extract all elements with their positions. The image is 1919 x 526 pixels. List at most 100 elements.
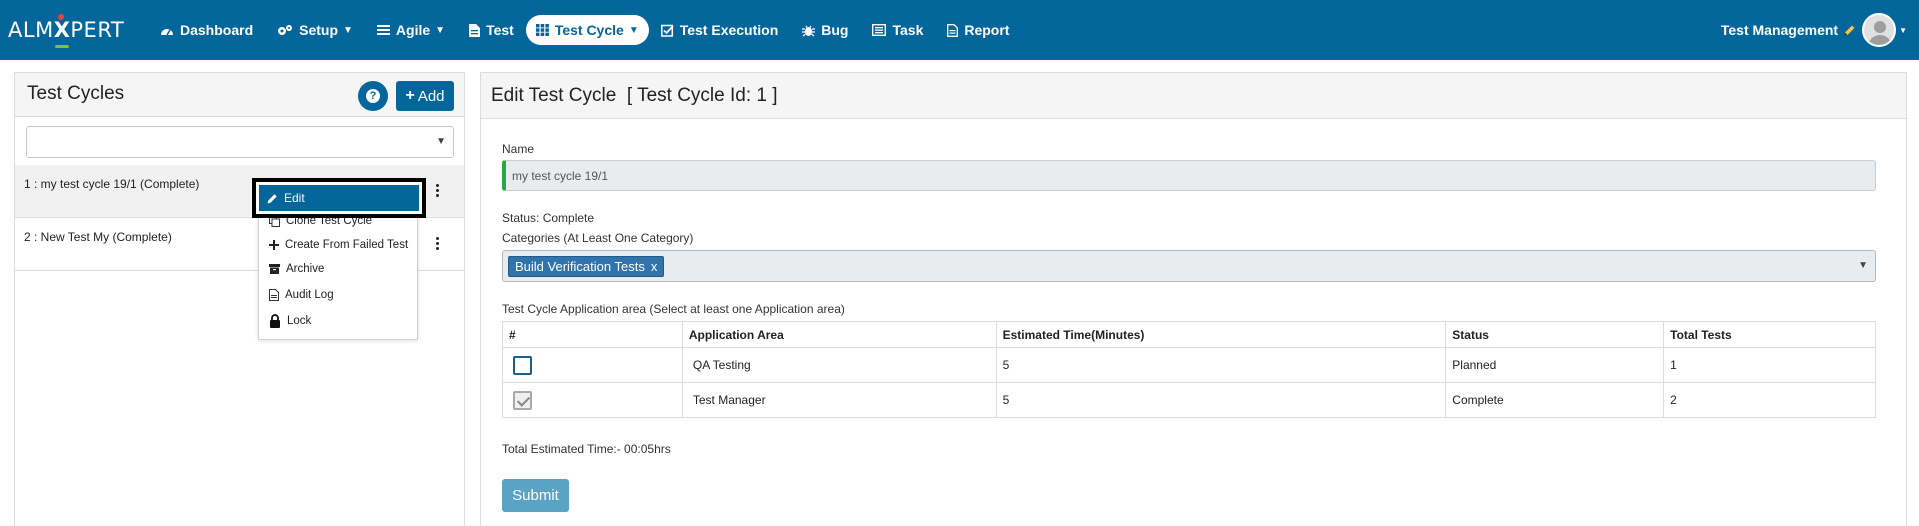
nav-agile[interactable]: Agile ▼ (365, 15, 457, 45)
time-cell: 5 (995, 347, 1447, 383)
grid-icon (535, 24, 549, 36)
caret-down-icon: ▼ (436, 136, 446, 147)
report-icon (947, 23, 959, 37)
edit-panel-header: Edit Test Cycle [ Test Cycle Id: 1 ] (481, 73, 1906, 119)
nav-dashboard-label: Dashboard (180, 22, 254, 38)
menu-item-audit-log[interactable]: Audit Log (259, 285, 417, 305)
page-title: Edit Test Cycle [ Test Cycle Id: 1 ] (491, 85, 778, 106)
list-icon (376, 25, 390, 35)
nav-test-execution-label: Test Execution (679, 22, 779, 38)
nav-report[interactable]: Report (935, 15, 1021, 45)
tasks-icon (872, 24, 887, 36)
total-cell: 1 (1663, 347, 1876, 383)
row-checkbox-cell (502, 382, 683, 418)
total-estimated-time: Total Estimated Time:- 00:05hrs (502, 442, 671, 456)
add-test-cycle-button[interactable]: + Add (396, 81, 454, 111)
row-checkbox-cell (502, 347, 683, 383)
area-checkbox[interactable] (513, 355, 532, 375)
gears-icon (278, 24, 293, 35)
cycle-item-label: 2 : New Test My (Complete) (24, 230, 172, 244)
category-chip: Build Verification Tests x (508, 256, 665, 277)
check-square-icon (660, 24, 674, 37)
menu-item-edit-highlight: Edit (259, 185, 419, 211)
application-areas-label: Test Cycle Application area (Select at l… (502, 302, 845, 316)
submit-button[interactable]: Submit (502, 479, 569, 512)
menu-item-lock[interactable]: Lock (259, 311, 417, 331)
chevron-down-icon: ▼ (628, 24, 639, 36)
nav-report-label: Report (964, 22, 1010, 38)
time-cell: 5 (995, 382, 1447, 418)
nav-bug[interactable]: Bug (790, 15, 860, 45)
nav-bug-label: Bug (821, 22, 849, 38)
chevron-down-icon: ▼ (343, 24, 353, 36)
document-icon (469, 23, 481, 37)
top-navbar: ALM X PERT Dashboard Setup ▼ Agile ▼ Test … (0, 0, 1919, 60)
column-header: Total Tests (1663, 321, 1876, 348)
nav-test[interactable]: Test (457, 15, 526, 45)
column-header: Application Area (681, 321, 997, 348)
nav-task[interactable]: Task (860, 15, 935, 45)
category-chip-label: Build Verification Tests (515, 259, 645, 274)
area-checkbox-disabled (513, 390, 532, 410)
logo-text-left: ALM (8, 18, 54, 42)
chevron-down-icon: ▼ (1899, 25, 1907, 35)
menu-item-edit[interactable]: Edit (252, 178, 426, 218)
user-label: Test Management (1720, 22, 1839, 38)
pencil-icon (1844, 25, 1855, 36)
nav-agile-label: Agile (395, 22, 431, 38)
nav-task-label: Task (892, 22, 924, 38)
help-icon: ? (366, 89, 380, 103)
area-cell: QA Testing (681, 347, 997, 383)
user-menu[interactable]: Test Management ▼ (1721, 12, 1907, 48)
name-label: Name (502, 142, 535, 156)
kebab-menu-icon[interactable] (434, 183, 440, 198)
caret-down-icon: ▼ (1858, 260, 1868, 271)
menu-item-edit-label: Edit (284, 191, 305, 205)
menu-item-label: Create From Failed Test (285, 239, 409, 251)
chevron-down-icon: ▼ (435, 24, 446, 36)
nav-test-cycle[interactable]: Test Cycle ▼ (525, 15, 649, 45)
menu-item-label: Archive (286, 263, 325, 275)
menu-item-label: Audit Log (285, 289, 334, 301)
add-button-label: Add (417, 87, 445, 105)
nav-test-label: Test (486, 22, 514, 38)
nav-test-cycle-label: Test Cycle (554, 22, 624, 38)
cycle-item-label: 1 : my test cycle 19/1 (Complete) (24, 177, 200, 191)
nav-test-execution[interactable]: Test Execution (649, 15, 791, 45)
status-cell: Complete (1445, 382, 1665, 418)
nav-dashboard[interactable]: Dashboard (148, 15, 265, 45)
nav-setup[interactable]: Setup ▼ (265, 15, 365, 45)
table-row: QA Testing 5 Planned 1 (502, 347, 1876, 383)
menu-item-create-from-failed[interactable]: Create From Failed Test (259, 235, 417, 255)
test-cycle-filter-select[interactable]: ▼ (26, 126, 454, 158)
name-field-value: my test cycle 19/1 (512, 168, 609, 183)
plus-icon (269, 240, 279, 250)
pencil-icon (267, 193, 277, 203)
kebab-menu-icon[interactable] (434, 236, 440, 251)
menu-item-label: Lock (287, 315, 312, 327)
column-header: Estimated Time(Minutes) (995, 321, 1447, 348)
plus-icon: + (405, 87, 415, 104)
name-field[interactable]: my test cycle 19/1 (502, 160, 1876, 191)
dashboard-icon (161, 29, 173, 36)
test-cycles-header: Test Cycles ? + Add (15, 73, 464, 117)
status-text: Status: Complete (502, 211, 595, 225)
almxpert-logo[interactable]: ALM X PERT (8, 12, 124, 48)
test-cycles-title: Test Cycles (27, 83, 125, 104)
menu-item-archive[interactable]: Archive (259, 259, 417, 279)
application-area-table: # Application Area Estimated Time(Minute… (502, 321, 1876, 418)
help-button[interactable]: ? (358, 81, 388, 111)
bug-icon (802, 25, 816, 36)
avatar[interactable] (1862, 13, 1897, 47)
edit-test-cycle-panel: Edit Test Cycle [ Test Cycle Id: 1 ] Nam… (480, 72, 1907, 526)
file-icon (269, 289, 279, 301)
categories-select[interactable]: Build Verification Tests x ▼ (502, 250, 1876, 282)
chip-remove-icon[interactable]: x (651, 259, 658, 274)
lock-icon (270, 314, 280, 328)
nav-setup-label: Setup (299, 22, 339, 38)
archive-icon (269, 264, 280, 274)
logo-text-x: X (53, 14, 71, 48)
column-header: Status (1445, 321, 1665, 348)
column-header: # (502, 321, 683, 348)
total-cell: 2 (1663, 382, 1876, 418)
